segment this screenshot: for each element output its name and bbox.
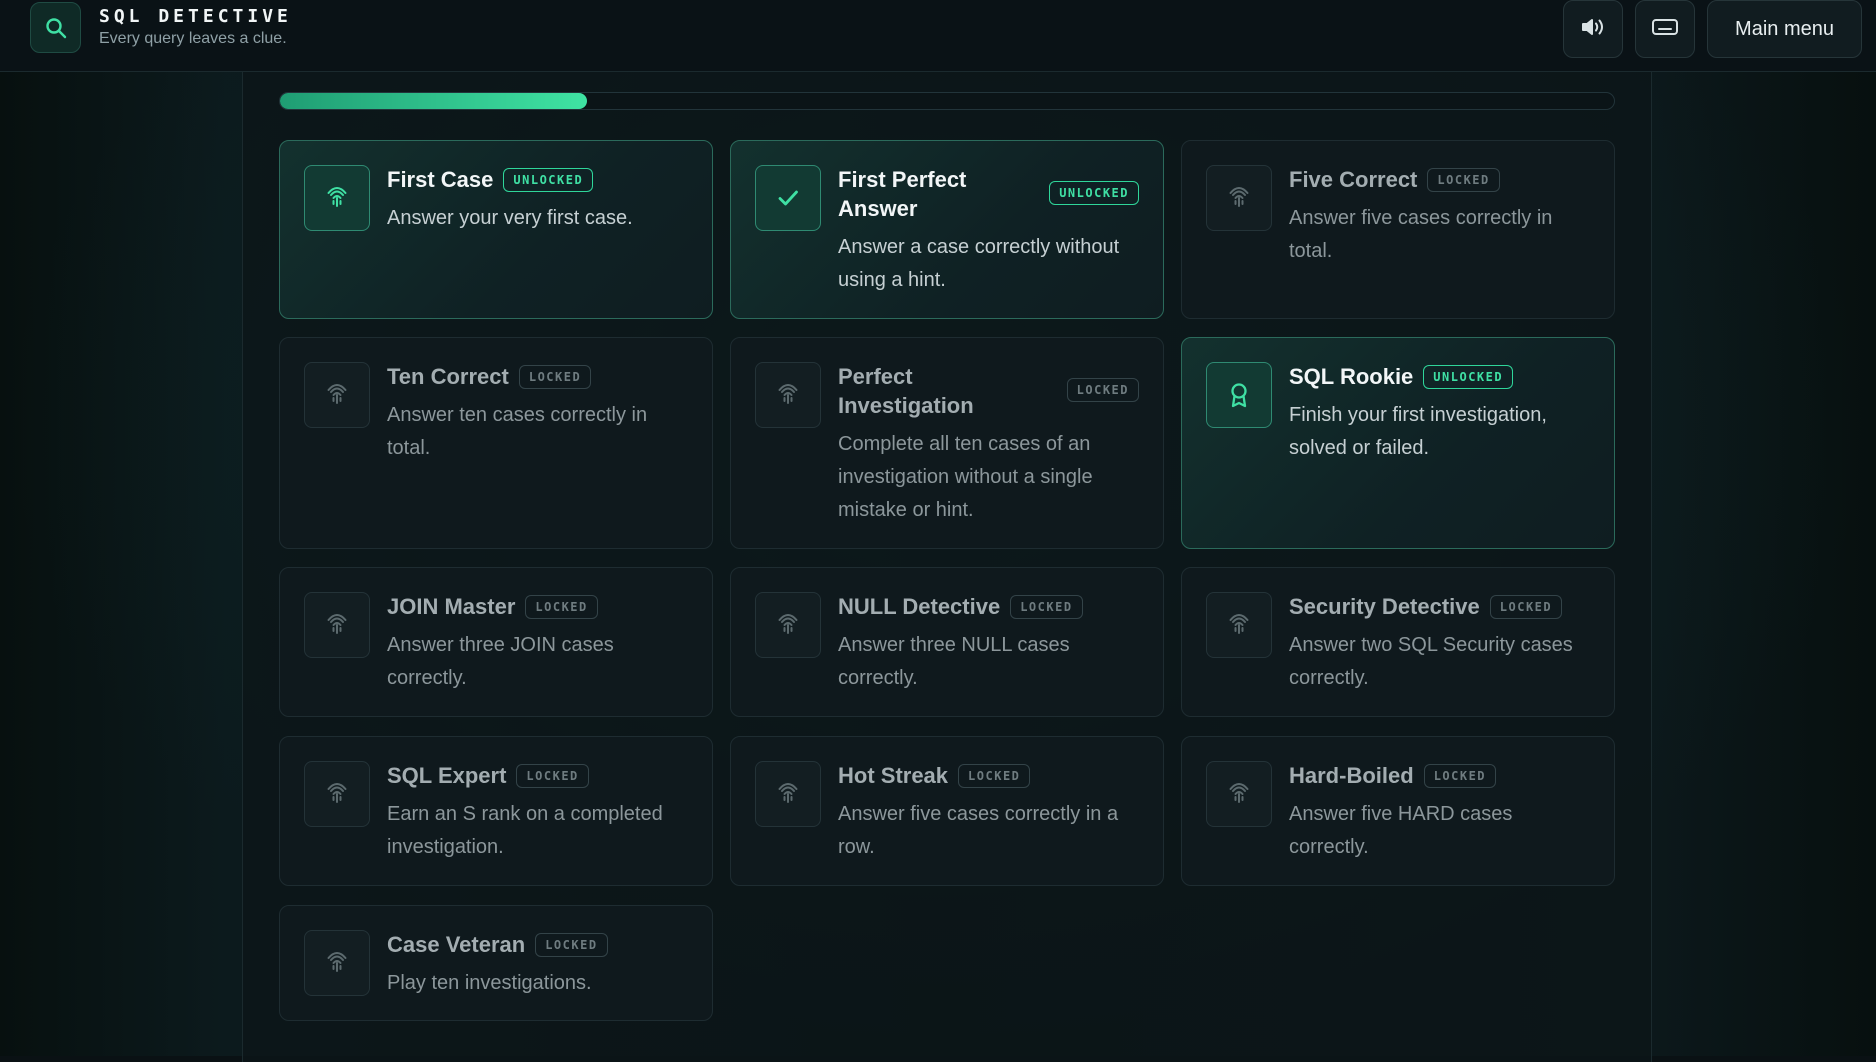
achievement-card: Hot Streak LOCKED Answer five cases correc… [730, 736, 1164, 886]
logo-search-icon [30, 2, 81, 53]
achievement-card: SQL Expert LOCKED Earn an S rank on a comp… [279, 736, 713, 886]
achievement-title-text: Perfect Investigation [838, 364, 974, 418]
achievement-card: LOCKED Perfect Investigation Complete all … [730, 337, 1164, 549]
achievement-description: Answer three JOIN cases correctly. [387, 634, 614, 689]
fingerprint-icon [755, 592, 821, 658]
achievement-title: Security Detective LOCKED [1289, 592, 1563, 621]
achievement-title-text: SQL Rookie [1289, 364, 1414, 389]
achievement-title: JOIN Master LOCKED [387, 592, 598, 621]
sound-button[interactable] [1563, 0, 1623, 58]
achievement-description: Answer ten cases correctly in total. [387, 404, 648, 459]
achievement-progress-bar [279, 92, 1615, 110]
achievement-description: Answer your very first case. [387, 207, 633, 229]
fingerprint-icon [304, 592, 370, 658]
award-icon [1206, 362, 1272, 428]
achievement-card: SQL Rookie UNLOCKED Finish your first inve… [1181, 337, 1615, 549]
status-badge: LOCKED [535, 933, 608, 957]
achievement-title-text: Case Veteran [387, 932, 526, 957]
achievement-card: Hard-Boiled LOCKED Answer five HARD cases … [1181, 736, 1615, 886]
achievement-title: First Case UNLOCKED [387, 165, 594, 194]
achievement-description: Finish your first investigation, solved … [1289, 404, 1547, 459]
status-badge: LOCKED [1423, 764, 1497, 788]
achievement-card: UNLOCKED First Perfect Answer Answer a cas… [730, 140, 1164, 319]
achievement-title-text: Hot Streak [838, 763, 949, 788]
top-bar: SQL DETECTIVE Every query leaves a clue.… [0, 0, 1876, 72]
achievement-title-text: First Perfect Answer [838, 167, 967, 221]
achievement-title: SQL Rookie UNLOCKED [1289, 362, 1514, 391]
fingerprint-icon [1206, 592, 1272, 658]
achievement-title: SQL Expert LOCKED [387, 761, 589, 790]
fingerprint-icon [304, 930, 370, 996]
achievement-card: Security Detective LOCKED Answer two SQL S… [1181, 567, 1615, 717]
achievement-description: Answer five HARD cases correctly. [1289, 803, 1513, 858]
achievement-card: Ten Correct LOCKED Answer ten cases correc… [279, 337, 713, 549]
achievement-description: Answer a case correctly without using a … [838, 236, 1120, 291]
app-tagline: Every query leaves a clue. [99, 30, 287, 47]
status-badge: LOCKED [1489, 595, 1563, 619]
fingerprint-icon [1206, 761, 1272, 827]
fingerprint-icon [304, 165, 370, 231]
fingerprint-icon [1206, 165, 1272, 231]
status-badge: LOCKED [516, 764, 589, 788]
achievement-title-text: First Case [387, 167, 494, 192]
fingerprint-icon [304, 362, 370, 428]
achievement-description: Answer five cases correctly in a row. [838, 803, 1119, 858]
speaker-icon [1580, 16, 1606, 43]
achievement-title-text: Ten Correct [387, 364, 509, 389]
achievement-description: Complete all ten cases of an investigati… [838, 433, 1093, 521]
achievement-title-text: Five Correct [1289, 167, 1418, 192]
check-icon [755, 165, 821, 231]
achievement-progress-fill [280, 93, 587, 109]
achievement-card: First Case UNLOCKED Answer your very first… [279, 140, 713, 319]
achievement-title: NULL Detective LOCKED [838, 592, 1083, 621]
achievement-card: JOIN Master LOCKED Answer three JOIN cases… [279, 567, 713, 717]
achievement-title-text: JOIN Master [387, 594, 516, 619]
achievement-title: Case Veteran LOCKED [387, 930, 608, 959]
achievement-title-text: NULL Detective [838, 594, 1001, 619]
achievement-card: NULL Detective LOCKED Answer three NULL ca… [730, 567, 1164, 717]
achievement-title: Hard-Boiled LOCKED [1289, 761, 1497, 790]
status-badge: LOCKED [525, 595, 598, 619]
keyboard-icon [1651, 17, 1679, 42]
achievement-title: Hot Streak LOCKED [838, 761, 1031, 790]
achievement-title: Ten Correct LOCKED [387, 362, 592, 391]
main-menu-button[interactable]: Main menu [1707, 0, 1862, 58]
achievement-title: Five Correct LOCKED [1289, 165, 1500, 194]
status-badge: LOCKED [1066, 378, 1139, 402]
achievement-title: Perfect Investigation [838, 362, 1028, 420]
status-badge: LOCKED [1010, 595, 1083, 619]
achievement-card: Five Correct LOCKED Answer five cases corr… [1181, 140, 1615, 319]
achievement-title-text: SQL Expert [387, 763, 507, 788]
app-title: SQL DETECTIVE [99, 6, 292, 27]
achievement-description: Answer two SQL Security cases correctly. [1289, 634, 1573, 689]
status-badge: LOCKED [1427, 168, 1500, 192]
achievement-description: Play ten investigations. [387, 972, 592, 994]
keyboard-shortcuts-button[interactable] [1635, 0, 1695, 58]
achievement-card: Case Veteran LOCKED Play ten investigation… [279, 905, 713, 1021]
achievement-title-text: Hard-Boiled [1289, 763, 1414, 788]
achievement-title: First Perfect Answer [838, 165, 1028, 223]
status-badge: UNLOCKED [1423, 365, 1514, 389]
status-badge: UNLOCKED [1049, 181, 1139, 205]
fingerprint-icon [304, 761, 370, 827]
achievement-description: Earn an S rank on a completed investigat… [387, 803, 663, 858]
achievement-description: Answer three NULL cases correctly. [838, 634, 1070, 689]
achievement-description: Answer five cases correctly in total. [1289, 207, 1553, 262]
status-badge: LOCKED [518, 365, 592, 389]
achievement-title-text: Security Detective [1289, 594, 1480, 619]
fingerprint-icon [755, 362, 821, 428]
status-badge: UNLOCKED [503, 168, 594, 192]
fingerprint-icon [755, 761, 821, 827]
status-badge: LOCKED [958, 764, 1031, 788]
